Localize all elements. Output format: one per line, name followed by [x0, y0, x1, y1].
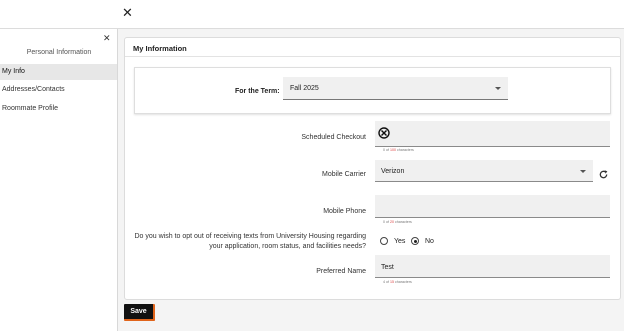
preferred-name-input[interactable]: Test	[375, 255, 610, 278]
mobile-phone-input[interactable]	[375, 195, 610, 218]
term-label: For the Term:	[235, 88, 280, 95]
not-allowed-icon	[378, 127, 390, 139]
mobile-carrier-select[interactable]: Verizon	[375, 160, 593, 182]
preferred-name-char-count: 4 of 15 characters	[383, 280, 412, 284]
refresh-icon[interactable]	[598, 169, 609, 180]
opt-out-question-line2: your application, room status, and facil…	[209, 243, 366, 250]
opt-out-no-radio[interactable]	[411, 237, 419, 245]
chevron-down-icon	[580, 170, 586, 173]
opt-out-yes-label: Yes	[394, 238, 406, 245]
sidebar-close-icon[interactable]: ✕	[103, 33, 111, 44]
sidebar-item-addresses-contacts[interactable]: Addresses/Contacts	[0, 82, 117, 98]
term-value: Fall 2025	[290, 85, 319, 92]
close-icon[interactable]: ✕	[122, 6, 133, 20]
scheduled-checkout-field[interactable]	[375, 121, 610, 147]
card-header: My Information	[125, 38, 620, 57]
mobile-carrier-value: Verizon	[381, 168, 405, 175]
preferred-name-value: Test	[381, 264, 394, 271]
sidebar-item-my-info[interactable]: My Info	[0, 64, 117, 80]
scheduled-checkout-char-count: 0 of 100 characters	[383, 148, 414, 152]
preferred-name-label: Preferred Name	[316, 268, 366, 275]
sidebar-heading: Personal Information	[26, 49, 92, 56]
sidebar: ✕ Personal Information My Info Addresses…	[0, 29, 118, 331]
mobile-phone-char-count: 0 of 20 characters	[383, 220, 412, 224]
page-title: My Information	[133, 44, 187, 53]
opt-out-question-line1: Do you wish to opt out of receiving text…	[134, 233, 367, 240]
my-information-card: My Information For the Term: Fall 2025 S…	[124, 37, 621, 300]
save-button[interactable]: Save	[124, 304, 155, 321]
mobile-carrier-label: Mobile Carrier	[322, 171, 366, 178]
scheduled-checkout-label: Scheduled Checkout	[301, 134, 366, 141]
opt-out-yes-radio[interactable]	[380, 237, 388, 245]
term-selector-panel: For the Term: Fall 2025	[134, 67, 611, 114]
term-select[interactable]: Fall 2025	[283, 77, 508, 100]
sidebar-item-roommate-profile[interactable]: Roommate Profile	[0, 101, 117, 117]
top-bar: ✕	[0, 0, 624, 29]
opt-out-no-label: No	[425, 238, 434, 245]
mobile-phone-label: Mobile Phone	[323, 208, 366, 215]
chevron-down-icon	[495, 87, 501, 90]
